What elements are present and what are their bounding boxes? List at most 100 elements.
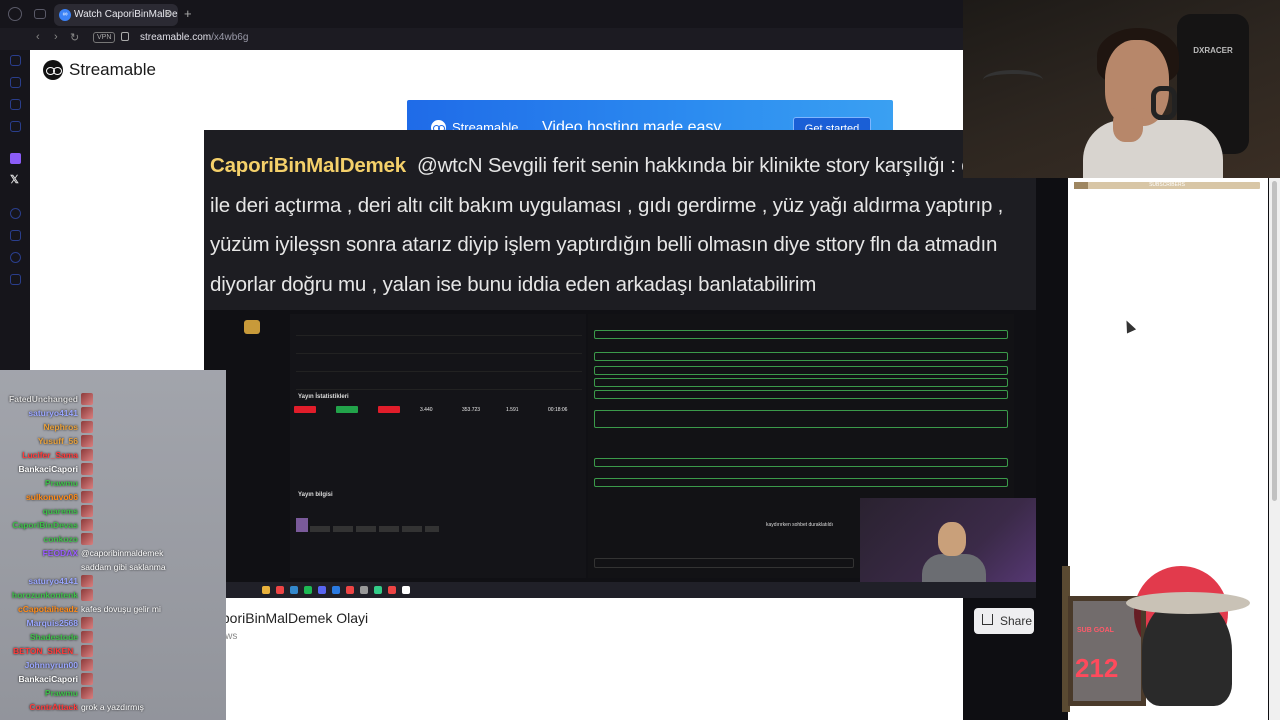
scrollbar-thumb[interactable] xyxy=(1272,181,1277,501)
tag-chip[interactable] xyxy=(356,526,376,532)
app-icon[interactable] xyxy=(290,586,298,594)
tag-chip[interactable] xyxy=(310,526,330,532)
chat-message: BETON_SIKEN_ xyxy=(0,644,226,658)
chair-brand: DXRACER xyxy=(1193,46,1233,55)
chat-username[interactable]: saturyo4141 xyxy=(28,574,78,588)
app-icon[interactable] xyxy=(346,586,354,594)
tag-chip[interactable] xyxy=(425,526,439,532)
new-tab-icon[interactable]: + xyxy=(184,6,192,21)
chat-username[interactable]: FatedUnchanged xyxy=(9,392,78,406)
crown-icon xyxy=(244,320,260,334)
sidebar-icon-6[interactable] xyxy=(10,230,21,241)
sidebar-icon-4[interactable] xyxy=(10,121,21,132)
chat-username[interactable]: Yusuff_56 xyxy=(38,434,78,448)
emote-icon xyxy=(81,687,93,699)
lock-icon[interactable] xyxy=(121,32,129,41)
emote-icon xyxy=(81,505,93,517)
browser-icon[interactable] xyxy=(276,586,284,594)
chat-username[interactable]: Johnnyrun00 xyxy=(25,658,78,672)
chat-text: kafes dovuşu gelir mi xyxy=(81,604,161,614)
chat-text: saddam gibi saklanma xyxy=(81,562,166,572)
address-bar: ‹ › ↻ VPN streamable.com/x4wb6g xyxy=(0,28,963,50)
sidebar-icon-3[interactable] xyxy=(10,99,21,110)
sub-goal-overlay: SUB GOAL 212 xyxy=(1062,566,1250,716)
emote-icon xyxy=(81,575,93,587)
twitch-icon[interactable] xyxy=(10,153,21,164)
chat-username[interactable]: BankaciCapori xyxy=(18,672,78,686)
folder-icon[interactable] xyxy=(262,586,270,594)
app-icon[interactable] xyxy=(402,586,410,594)
tag-chip[interactable] xyxy=(333,526,353,532)
desk-lamp xyxy=(983,70,1043,90)
app-icon[interactable] xyxy=(360,586,368,594)
x-icon[interactable]: 𝕏 xyxy=(10,173,19,186)
emote-icon xyxy=(81,421,93,433)
chat-message: Johnnyrun00 xyxy=(0,658,226,672)
chat-username[interactable]: Marquis2568 xyxy=(27,616,79,630)
chat-username[interactable]: horozunkontenk xyxy=(12,588,78,602)
sidebar-icon-2[interactable] xyxy=(10,77,21,88)
partner-badge xyxy=(336,406,358,413)
chat-username[interactable]: BETON_SIKEN_ xyxy=(13,644,78,658)
video-caption: CaporiBinMalDemek @wtcN Sevgili ferit se… xyxy=(204,130,1036,310)
tag-chip[interactable] xyxy=(379,526,399,532)
chat-username[interactable]: sulkonuvo06 xyxy=(26,490,78,504)
chat-username[interactable]: Prawmu xyxy=(45,476,78,490)
chat-username[interactable]: Shadestode xyxy=(30,630,78,644)
emote-icon xyxy=(81,449,93,461)
chat-message: Nephros xyxy=(0,420,226,434)
firefox-icon[interactable] xyxy=(8,7,22,21)
video-player[interactable]: CaporiBinMalDemek @wtcN Sevgili ferit se… xyxy=(204,130,1036,598)
back-icon[interactable]: ‹ xyxy=(36,31,40,43)
chat-username[interactable]: ContrAttack xyxy=(29,700,78,714)
stat-value: 1.591 xyxy=(506,407,519,413)
page-scrollbar[interactable] xyxy=(1269,178,1280,720)
chat-username[interactable]: saturyo4141 xyxy=(28,406,78,420)
share-button[interactable]: Share xyxy=(974,608,1034,634)
forward-icon[interactable]: › xyxy=(54,31,58,43)
chat-line xyxy=(594,390,1008,399)
chat-username[interactable]: CaporiBinDevas xyxy=(12,518,78,532)
sidebar-icon-1[interactable] xyxy=(10,55,21,66)
chat-line xyxy=(594,342,1008,351)
chat-input[interactable] xyxy=(594,558,854,568)
emote-icon xyxy=(81,491,93,503)
emote-icon xyxy=(81,659,93,671)
emote-icon xyxy=(81,673,93,685)
app-icon[interactable] xyxy=(374,586,382,594)
app-icon[interactable] xyxy=(388,586,396,594)
chat-username[interactable]: Lucifer_Sama xyxy=(22,448,78,462)
sub-goal-label: SUB GOAL xyxy=(1077,627,1114,634)
tag-chip[interactable] xyxy=(402,526,422,532)
reload-icon[interactable]: ↻ xyxy=(70,31,79,44)
chat-line xyxy=(594,330,1008,339)
person-head xyxy=(938,522,966,556)
sidebar-icon-7[interactable] xyxy=(10,252,21,263)
status-badge xyxy=(378,406,400,413)
emote-icon xyxy=(81,519,93,531)
sidebar-icon-5[interactable] xyxy=(10,208,21,219)
tab-streamable[interactable]: ∞ Watch CaporiBinMalDe ✕ xyxy=(54,4,178,26)
site-logo[interactable]: Streamable xyxy=(43,60,156,80)
chat-message: saddam gibi saklanma xyxy=(0,560,226,574)
chat-username[interactable]: conkozo xyxy=(44,532,78,546)
chat-username[interactable]: Prawmu xyxy=(45,686,78,700)
twitch-chat-overlay: FatedUnchanged saturyo4141 Nephros Yusuff_5… xyxy=(0,370,226,720)
spotify-icon[interactable] xyxy=(304,586,312,594)
sidebar-icon-8[interactable] xyxy=(10,274,21,285)
chat-username[interactable]: BankaciCapori xyxy=(18,462,78,476)
chat-username[interactable]: FEODAX xyxy=(43,546,78,560)
discord-icon[interactable] xyxy=(318,586,326,594)
streamer-webcam: DXRACER xyxy=(963,0,1280,178)
chat-username[interactable]: Nephros xyxy=(44,420,78,434)
url-field[interactable]: streamable.com/x4wb6g xyxy=(140,32,248,43)
app-icon[interactable] xyxy=(332,586,340,594)
chat-message: BankaciCapori xyxy=(0,672,226,686)
vpn-badge[interactable]: VPN xyxy=(93,32,116,43)
tab-overview-icon[interactable] xyxy=(34,9,46,19)
chat-username[interactable]: quarems xyxy=(43,504,78,518)
chat-username[interactable]: cCapotaiheadz xyxy=(18,602,78,616)
chat-message: CaporiBinDevas xyxy=(0,518,226,532)
windows-taskbar xyxy=(204,582,1036,598)
close-icon[interactable]: ✕ xyxy=(164,4,172,26)
